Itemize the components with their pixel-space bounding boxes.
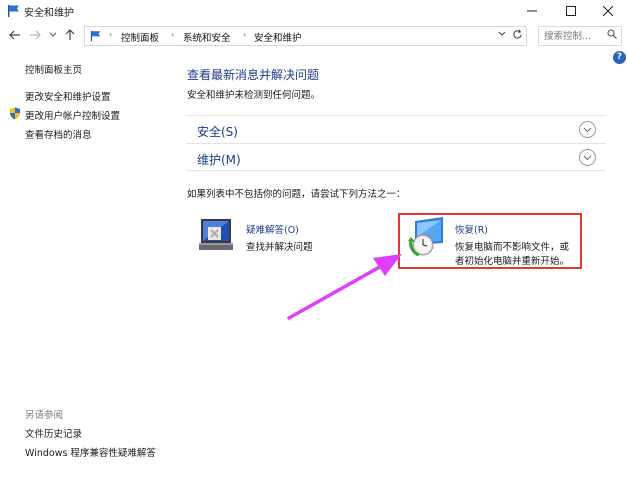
troubleshooting-link[interactable]: 疑难解答(O) bbox=[246, 222, 299, 236]
help-button[interactable]: ? bbox=[613, 51, 626, 64]
see-also-heading: 另请参阅 bbox=[25, 410, 64, 421]
forward-button[interactable] bbox=[27, 27, 43, 43]
window-title: 安全和维护 bbox=[24, 8, 74, 19]
flag-icon bbox=[8, 5, 19, 17]
section-maintenance[interactable]: 维护(M) bbox=[186, 143, 606, 171]
nav-change-security-settings[interactable]: 更改安全和维护设置 bbox=[25, 89, 111, 103]
address-row: › 控制面板 › 系统和安全 › 安全和维护 bbox=[0, 22, 627, 50]
troubleshooting-icon bbox=[199, 219, 233, 250]
section-maintenance-label: 维护(M) bbox=[197, 153, 241, 167]
see-also-file-history[interactable]: 文件历史记录 bbox=[25, 426, 82, 440]
maximize-icon bbox=[566, 6, 576, 16]
title-bar: 安全和维护 bbox=[0, 0, 627, 22]
minimize-button[interactable] bbox=[510, 0, 554, 22]
chevron-down-icon bbox=[583, 127, 592, 132]
breadcrumb-security-maintenance[interactable]: 安全和维护 bbox=[254, 30, 302, 44]
back-button[interactable] bbox=[7, 27, 23, 43]
expand-maintenance-button[interactable] bbox=[579, 149, 596, 166]
search-icon bbox=[607, 29, 617, 42]
section-security[interactable]: 安全(S) bbox=[186, 115, 606, 143]
recovery-link[interactable]: 恢复(R) bbox=[455, 222, 488, 236]
refresh-button[interactable] bbox=[512, 29, 523, 43]
address-bar[interactable]: › 控制面板 › 系统和安全 › 安全和维护 bbox=[84, 26, 527, 46]
refresh-icon bbox=[513, 29, 522, 39]
page-title: 查看最新消息并解决问题 bbox=[187, 68, 320, 82]
suggestion-text: 如果列表中不包括你的问题，请尝试下列方法之一： bbox=[187, 189, 406, 200]
chevron-down-icon bbox=[583, 155, 592, 160]
close-button[interactable] bbox=[588, 0, 627, 22]
shield-icon bbox=[10, 107, 20, 120]
chevron-down-icon bbox=[49, 32, 57, 37]
chevron-down-icon bbox=[498, 31, 506, 36]
status-text: 安全和维护未检测到任何问题。 bbox=[187, 90, 321, 101]
nav-control-panel-home[interactable]: 控制面板主页 bbox=[25, 62, 82, 76]
section-security-label: 安全(S) bbox=[197, 125, 238, 139]
expand-security-button[interactable] bbox=[579, 121, 596, 138]
see-also-compat-troubleshooter[interactable]: Windows 程序兼容性疑难解答 bbox=[25, 445, 156, 459]
chevron-right-icon: › bbox=[109, 30, 113, 39]
recovery-desc-line2: 者初始化电脑并重新开始。 bbox=[455, 256, 570, 267]
arrow-left-icon bbox=[9, 30, 20, 40]
breadcrumb-system-security[interactable]: 系统和安全 bbox=[183, 30, 231, 44]
search-input[interactable] bbox=[539, 27, 605, 45]
recovery-icon bbox=[408, 217, 443, 257]
chevron-right-icon: › bbox=[243, 30, 247, 39]
up-button[interactable] bbox=[62, 27, 78, 43]
search-box[interactable] bbox=[538, 26, 622, 46]
arrow-up-icon bbox=[65, 29, 75, 40]
breadcrumb-control-panel[interactable]: 控制面板 bbox=[121, 30, 159, 44]
flag-icon bbox=[90, 30, 101, 42]
recovery-desc-line1: 恢复电脑而不影响文件，或 bbox=[455, 242, 570, 253]
minimize-icon bbox=[527, 10, 537, 12]
annotation-arrow-icon bbox=[287, 254, 402, 320]
nav-view-archived-messages[interactable]: 查看存档的消息 bbox=[25, 127, 92, 141]
address-dropdown-button[interactable] bbox=[498, 30, 506, 40]
chevron-right-icon: › bbox=[171, 30, 175, 39]
arrow-right-icon bbox=[30, 30, 41, 40]
recent-locations-button[interactable] bbox=[47, 27, 59, 43]
help-icon: ? bbox=[616, 52, 623, 62]
close-icon bbox=[602, 6, 613, 16]
maximize-button[interactable] bbox=[549, 0, 593, 22]
nav-change-uac-settings[interactable]: 更改用户帐户控制设置 bbox=[25, 108, 120, 122]
